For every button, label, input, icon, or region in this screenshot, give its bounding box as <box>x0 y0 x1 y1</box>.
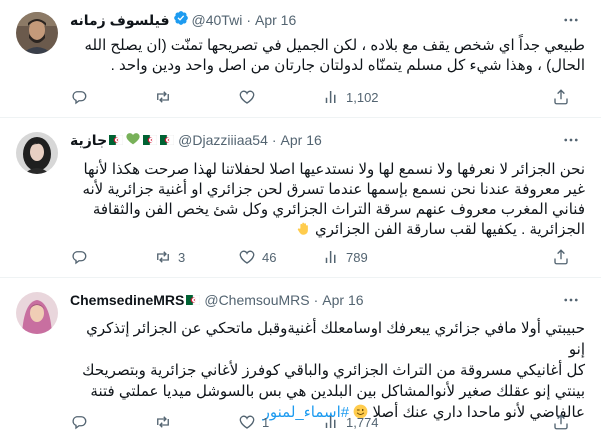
reply-button[interactable] <box>70 88 154 106</box>
reply-button[interactable] <box>70 413 154 431</box>
tweet-text-line: الحال) ، وهذا شيء كل مسلم يتمنّاه لدولتا… <box>110 57 585 74</box>
tweet-header: جازية @Djazziiiaa54 · Apr 16 <box>70 130 551 150</box>
views-button[interactable]: 1,774 <box>322 413 406 431</box>
tweet-text: طبيعي جداً اي شخص يقف مع بلاده ، لكن الج… <box>66 36 586 76</box>
waving-hand-icon <box>296 221 311 238</box>
retweet-icon <box>157 416 169 428</box>
reply-button[interactable] <box>70 248 154 266</box>
tweet[interactable]: ChemsedineMRS @ChemsouMRS · Apr 16 حبيبت… <box>0 278 601 443</box>
tweet-actions: 3 46 789 <box>70 246 570 268</box>
separator: · <box>271 132 277 148</box>
verified-badge-icon <box>173 10 189 31</box>
tweet-header: ChemsedineMRS @ChemsouMRS · Apr 16 <box>70 290 551 310</box>
like-icon <box>239 90 255 104</box>
algeria-flag-icon <box>143 135 158 145</box>
avatar[interactable] <box>16 12 58 54</box>
views-icon <box>325 91 336 103</box>
tweet-header: فيلسوف زمانه @40Twi · Apr 16 <box>70 10 551 30</box>
retweet-button[interactable] <box>154 413 238 431</box>
tweet-date[interactable]: Apr 16 <box>281 130 322 150</box>
handle[interactable]: @ChemsouMRS <box>204 290 309 310</box>
avatar[interactable] <box>16 292 58 334</box>
separator: · <box>313 292 319 308</box>
like-button[interactable]: 1 <box>238 413 322 431</box>
more-icon[interactable] <box>559 128 583 152</box>
algeria-flag-icon <box>109 135 124 145</box>
more-icon[interactable] <box>559 8 583 32</box>
retweet-button[interactable] <box>154 88 238 106</box>
share-button[interactable] <box>552 248 570 266</box>
share-icon <box>554 249 568 265</box>
tweet-text-line: طبيعي جداً اي شخص يقف مع بلاده ، لكن الج… <box>84 37 586 54</box>
views-count: 1,774 <box>346 414 379 430</box>
tweet-text: نحن الجزائر لا نعرفها ولا نسمع لها ولا ن… <box>66 160 585 240</box>
tweet-actions: 1 1,774 <box>70 411 570 433</box>
reply-icon <box>72 91 87 105</box>
tweet-text-line: كل أغانيكي مسروقة من التراث الجزائري وال… <box>82 362 585 379</box>
display-name[interactable]: فيلسوف زمانه <box>70 10 170 30</box>
display-name[interactable]: ChemsedineMRS <box>70 290 184 310</box>
separator: · <box>246 12 251 28</box>
tweet-text: حبيبتي أولا مافي جزائري يبعرفك اوسامعلك … <box>66 318 585 423</box>
reply-icon <box>72 416 87 430</box>
share-icon <box>554 414 568 430</box>
name-emojis <box>109 130 175 150</box>
views-count: 789 <box>346 249 368 265</box>
tweet-text-line: فناني المغرب معروف عنهم سرقة التراث الجز… <box>92 201 585 218</box>
handle[interactable]: @40Twi <box>192 10 243 30</box>
views-button[interactable]: 1,102 <box>322 88 406 106</box>
retweet-count: 3 <box>178 249 186 265</box>
views-icon <box>325 416 336 428</box>
green-heart-icon <box>126 130 140 150</box>
tweet[interactable]: فيلسوف زمانه @40Twi · Apr 16 طبيعي جداً … <box>0 0 601 118</box>
reply-icon <box>72 251 87 265</box>
retweet-button[interactable]: 3 <box>154 248 238 266</box>
tweet-text-segment: الجزائرية . يكفيها لقب سارقة الفن الجزائ… <box>314 221 585 238</box>
retweet-icon <box>157 91 169 103</box>
retweet-icon <box>157 251 169 263</box>
views-button[interactable]: 789 <box>322 248 406 266</box>
tweet-date[interactable]: Apr 16 <box>322 290 363 310</box>
like-icon <box>239 415 255 429</box>
more-icon[interactable] <box>559 288 583 312</box>
like-button[interactable]: 46 <box>238 248 322 266</box>
share-icon <box>554 89 568 105</box>
tweet[interactable]: جازية @Djazziiiaa54 · Apr 16 نحن الجزائر… <box>0 118 601 278</box>
algeria-flag-icon <box>160 135 175 145</box>
tweet-date[interactable]: Apr 16 <box>255 10 296 30</box>
tweet-actions: 1,102 <box>70 86 570 108</box>
display-name[interactable]: جازية <box>70 130 107 150</box>
like-button[interactable] <box>238 88 322 106</box>
like-count: 1 <box>262 414 270 430</box>
tweet-text-line: بينتي إنو عقلك صغير لأنوالمشاكل بين البل… <box>90 383 585 400</box>
algeria-flag-icon <box>186 295 201 305</box>
avatar[interactable] <box>16 132 58 174</box>
handle[interactable]: @Djazziiiaa54 <box>178 130 268 150</box>
tweet-text-line: نحن الجزائر لا نعرفها ولا نسمع لها ولا ن… <box>83 161 585 178</box>
like-icon <box>239 250 255 264</box>
share-button[interactable] <box>552 88 570 106</box>
name-emojis <box>186 295 201 305</box>
like-count: 46 <box>262 249 277 265</box>
tweet-text-line: الجزائرية . يكفيها لقب سارقة الفن الجزائ… <box>66 220 585 240</box>
views-count: 1,102 <box>346 89 379 105</box>
share-button[interactable] <box>552 413 570 431</box>
tweet-text-line: حبيبتي أولا مافي جزائري يبعرفك اوسامعلك … <box>86 320 585 358</box>
views-icon <box>325 251 336 263</box>
tweet-text-line: غير معروفة عندنا نحن نسمع بإسمها عندما ت… <box>82 181 585 198</box>
